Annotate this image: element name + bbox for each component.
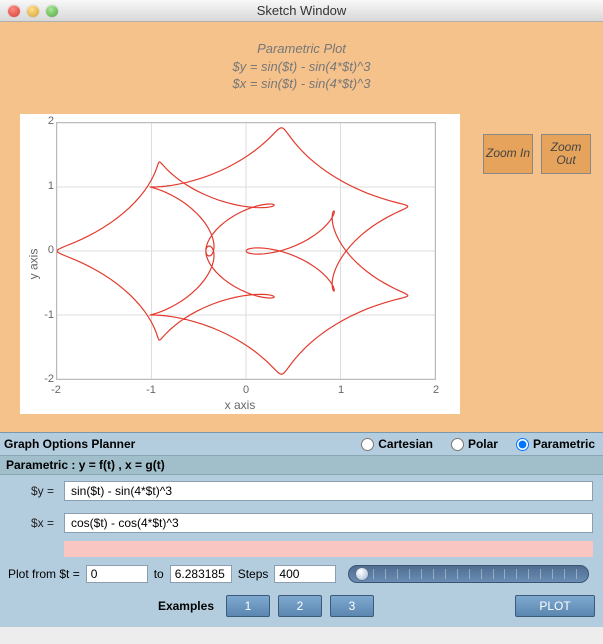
zoom-in-button[interactable]: Zoom In [483, 134, 533, 174]
plot-area: Parametric Plot $y = sin($t) - sin(4*$t)… [0, 22, 603, 432]
radio-polar[interactable] [451, 438, 464, 451]
window-controls [8, 5, 58, 17]
window-title: Sketch Window [0, 3, 603, 18]
t-to-input[interactable] [170, 565, 232, 583]
x-tick: -1 [139, 384, 163, 396]
range-to-label: to [154, 567, 164, 581]
x-axis-label: x axis [20, 398, 460, 412]
y-eq-input[interactable] [64, 481, 593, 501]
y-eq-label: $y = [10, 484, 54, 498]
x-tick: 1 [329, 384, 353, 396]
x-tick: 2 [424, 384, 448, 396]
y-tick: -1 [34, 309, 54, 321]
chart-canvas [56, 122, 436, 380]
slider-thumb[interactable] [355, 567, 369, 581]
mode-radio-group: Cartesian Polar Parametric [361, 437, 595, 451]
slider-track[interactable] [348, 565, 589, 583]
example-1-button[interactable]: 1 [226, 595, 270, 617]
close-icon[interactable] [8, 5, 20, 17]
chart-box: y axis x axis -2-1012-2-1012 [20, 114, 460, 414]
minimize-icon[interactable] [27, 5, 39, 17]
panel-title: Graph Options Planner [4, 437, 135, 451]
y-tick: 1 [34, 180, 54, 192]
x-tick: 0 [234, 384, 258, 396]
mode-polar[interactable]: Polar [451, 437, 498, 451]
mode-description: Parametric : y = f(t) , x = g(t) [0, 455, 603, 475]
example-2-button[interactable]: 2 [278, 595, 322, 617]
plot-button[interactable]: PLOT [515, 595, 595, 617]
plot-eq-x: $x = sin($t) - sin(4*$t)^3 [10, 75, 593, 93]
steps-label: Steps [238, 567, 269, 581]
radio-cartesian[interactable] [361, 438, 374, 451]
t-from-input[interactable] [86, 565, 148, 583]
graph-options-panel: Graph Options Planner Cartesian Polar Pa… [0, 432, 603, 627]
y-tick: 0 [34, 244, 54, 256]
mode-parametric[interactable]: Parametric [516, 437, 595, 451]
plot-eq-y: $y = sin($t) - sin(4*$t)^3 [10, 58, 593, 76]
zoom-icon[interactable] [46, 5, 58, 17]
range-from-label: Plot from $t = [8, 567, 80, 581]
steps-slider[interactable] [342, 565, 595, 583]
x-eq-input[interactable] [64, 513, 593, 533]
zoom-button-group: Zoom In Zoom Out [483, 134, 591, 174]
status-strip [64, 541, 593, 557]
titlebar: Sketch Window [0, 0, 603, 22]
plot-title-block: Parametric Plot $y = sin($t) - sin(4*$t)… [10, 40, 593, 93]
x-eq-label: $x = [10, 516, 54, 530]
examples-label: Examples [8, 599, 218, 613]
radio-parametric[interactable] [516, 438, 529, 451]
plot-title: Parametric Plot [10, 40, 593, 58]
x-tick: -2 [44, 384, 68, 396]
y-tick: 2 [34, 115, 54, 127]
example-3-button[interactable]: 3 [330, 595, 374, 617]
zoom-out-button[interactable]: Zoom Out [541, 134, 591, 174]
steps-input[interactable] [274, 565, 336, 583]
mode-cartesian[interactable]: Cartesian [361, 437, 433, 451]
